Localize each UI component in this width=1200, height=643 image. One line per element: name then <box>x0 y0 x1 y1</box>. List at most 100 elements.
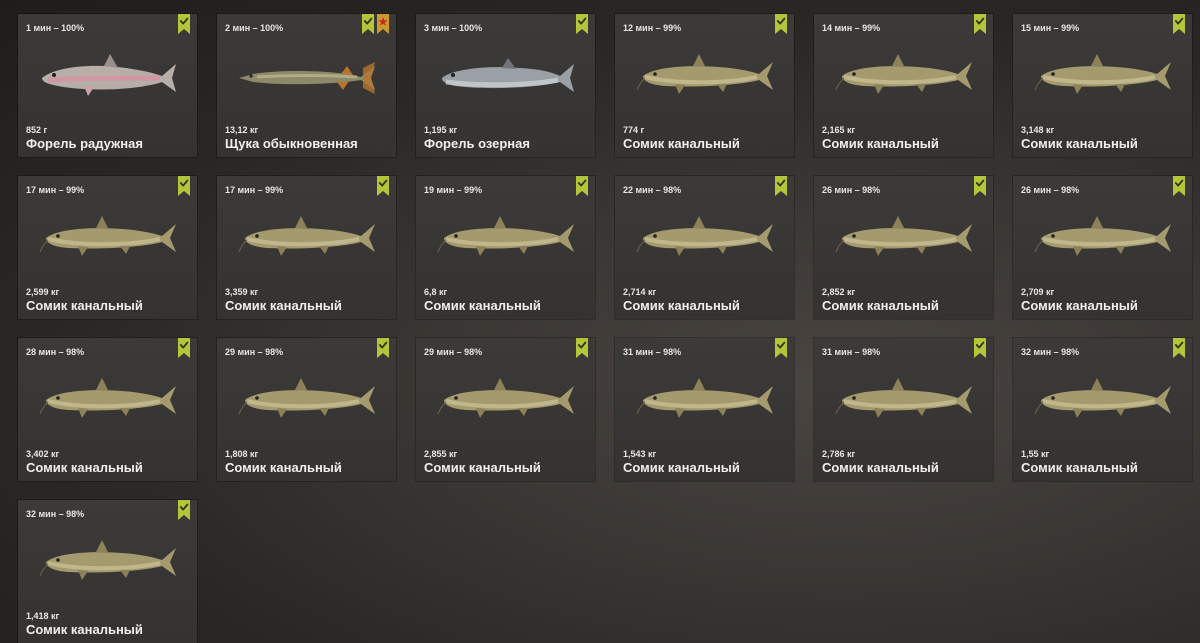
catch-weight: 2,852 кг <box>822 287 856 297</box>
catch-time-quality: 15 мин – 99% <box>1021 23 1080 33</box>
badge-group <box>775 338 787 358</box>
catch-card[interactable]: 15 мин – 99% 3,148 кг Сомик канальный <box>1013 14 1192 157</box>
catch-weight: 3,148 кг <box>1021 125 1055 135</box>
catch-card[interactable]: 22 мин – 98% 2,714 кг Сомик канальный <box>615 176 794 319</box>
catch-time-quality: 19 мин – 99% <box>424 185 483 195</box>
catch-card[interactable]: 14 мин – 99% 2,165 кг Сомик канальный <box>814 14 993 157</box>
badge-group <box>974 176 986 196</box>
channel-catfish-icon <box>237 206 377 266</box>
catch-card[interactable]: 1 мин – 100% 852 г Форель радужная <box>18 14 197 157</box>
catch-weight: 2,855 кг <box>424 449 458 459</box>
catch-time-quality: 12 мин – 99% <box>623 23 682 33</box>
badge-group <box>362 14 389 34</box>
catch-time-quality: 17 мин – 99% <box>26 185 85 195</box>
fish-name: Сомик канальный <box>26 622 143 637</box>
catch-weight: 1,55 кг <box>1021 449 1050 459</box>
catch-weight: 1,808 кг <box>225 449 259 459</box>
channel-catfish-icon <box>834 206 974 266</box>
check-ribbon-icon <box>1173 14 1185 34</box>
catch-time-quality: 32 мин – 98% <box>1021 347 1080 357</box>
catch-card[interactable]: 32 мин – 98% 1,418 кг Сомик канальный <box>18 500 197 643</box>
catch-time-quality: 3 мин – 100% <box>424 23 483 33</box>
catch-time-quality: 1 мин – 100% <box>26 23 85 33</box>
catch-card[interactable]: 12 мин – 99% 774 г Сомик канальный <box>615 14 794 157</box>
fish-name: Сомик канальный <box>26 298 143 313</box>
badge-group <box>1173 14 1185 34</box>
catch-weight: 1,195 кг <box>424 125 458 135</box>
badge-group <box>974 14 986 34</box>
catch-weight: 6,8 кг <box>424 287 448 297</box>
channel-catfish-icon <box>237 368 377 428</box>
channel-catfish-icon <box>436 368 576 428</box>
catch-card[interactable]: 28 мин – 98% 3,402 кг Сомик канальный <box>18 338 197 481</box>
catch-card[interactable]: 29 мин – 98% 2,855 кг Сомик канальный <box>416 338 595 481</box>
badge-group <box>974 338 986 358</box>
check-ribbon-icon <box>576 338 588 358</box>
badge-group <box>178 176 190 196</box>
catch-card[interactable]: 26 мин – 98% 2,852 кг Сомик канальный <box>814 176 993 319</box>
catch-time-quality: 31 мин – 98% <box>623 347 682 357</box>
badge-group <box>178 500 190 520</box>
pike-icon <box>237 44 377 104</box>
channel-catfish-icon <box>1033 44 1173 104</box>
catch-card[interactable]: 2 мин – 100% 13,12 кг Щука обыкновенная <box>217 14 396 157</box>
catch-weight: 2,165 кг <box>822 125 856 135</box>
catch-weight: 13,12 кг <box>225 125 259 135</box>
fish-name: Сомик канальный <box>26 460 143 475</box>
fish-name: Форель озерная <box>424 136 530 151</box>
catch-card[interactable]: 17 мин – 99% 2,599 кг Сомик канальный <box>18 176 197 319</box>
fish-name: Сомик канальный <box>1021 298 1138 313</box>
catch-card[interactable]: 29 мин – 98% 1,808 кг Сомик канальный <box>217 338 396 481</box>
catch-weight: 852 г <box>26 125 48 135</box>
fish-name: Сомик канальный <box>623 298 740 313</box>
catch-weight: 3,359 кг <box>225 287 259 297</box>
check-ribbon-icon <box>377 338 389 358</box>
catch-weight: 2,714 кг <box>623 287 657 297</box>
catch-time-quality: 17 мин – 99% <box>225 185 284 195</box>
channel-catfish-icon <box>38 206 178 266</box>
badge-group <box>178 338 190 358</box>
channel-catfish-icon <box>38 368 178 428</box>
lake-trout-icon <box>436 44 576 104</box>
catch-weight: 774 г <box>623 125 645 135</box>
check-ribbon-icon <box>775 14 787 34</box>
catch-weight: 1,543 кг <box>623 449 657 459</box>
channel-catfish-icon <box>1033 368 1173 428</box>
catch-weight: 2,599 кг <box>26 287 60 297</box>
check-ribbon-icon <box>974 176 986 196</box>
badge-group <box>775 14 787 34</box>
catch-weight: 3,402 кг <box>26 449 60 459</box>
catch-time-quality: 29 мин – 98% <box>424 347 483 357</box>
catch-card[interactable]: 31 мин – 98% 2,786 кг Сомик канальный <box>814 338 993 481</box>
catch-card[interactable]: 3 мин – 100% 1,195 кг Форель озерная <box>416 14 595 157</box>
catch-time-quality: 2 мин – 100% <box>225 23 284 33</box>
badge-group <box>178 14 190 34</box>
badge-group <box>576 14 588 34</box>
badge-group <box>1173 176 1185 196</box>
fish-name: Сомик канальный <box>225 298 342 313</box>
check-ribbon-icon <box>576 176 588 196</box>
catch-card[interactable]: 19 мин – 99% 6,8 кг Сомик канальный <box>416 176 595 319</box>
check-ribbon-icon <box>974 14 986 34</box>
catch-time-quality: 26 мин – 98% <box>1021 185 1080 195</box>
check-ribbon-icon <box>178 176 190 196</box>
check-ribbon-icon <box>1173 338 1185 358</box>
catch-card[interactable]: 31 мин – 98% 1,543 кг Сомик канальный <box>615 338 794 481</box>
catch-time-quality: 28 мин – 98% <box>26 347 85 357</box>
catch-card[interactable]: 26 мин – 98% 2,709 кг Сомик канальный <box>1013 176 1192 319</box>
channel-catfish-icon <box>834 368 974 428</box>
badge-group <box>576 176 588 196</box>
catch-card[interactable]: 17 мин – 99% 3,359 кг Сомик канальный <box>217 176 396 319</box>
check-ribbon-icon <box>974 338 986 358</box>
badge-group <box>377 338 389 358</box>
fish-name: Сомик канальный <box>822 298 939 313</box>
fish-name: Сомик канальный <box>623 460 740 475</box>
badge-group <box>1173 338 1185 358</box>
fish-name: Сомик канальный <box>822 460 939 475</box>
check-ribbon-icon <box>178 14 190 34</box>
catch-weight: 2,709 кг <box>1021 287 1055 297</box>
badge-group <box>775 176 787 196</box>
catch-card[interactable]: 32 мин – 98% 1,55 кг Сомик канальный <box>1013 338 1192 481</box>
check-ribbon-icon <box>362 14 374 34</box>
fish-name: Сомик канальный <box>424 460 541 475</box>
